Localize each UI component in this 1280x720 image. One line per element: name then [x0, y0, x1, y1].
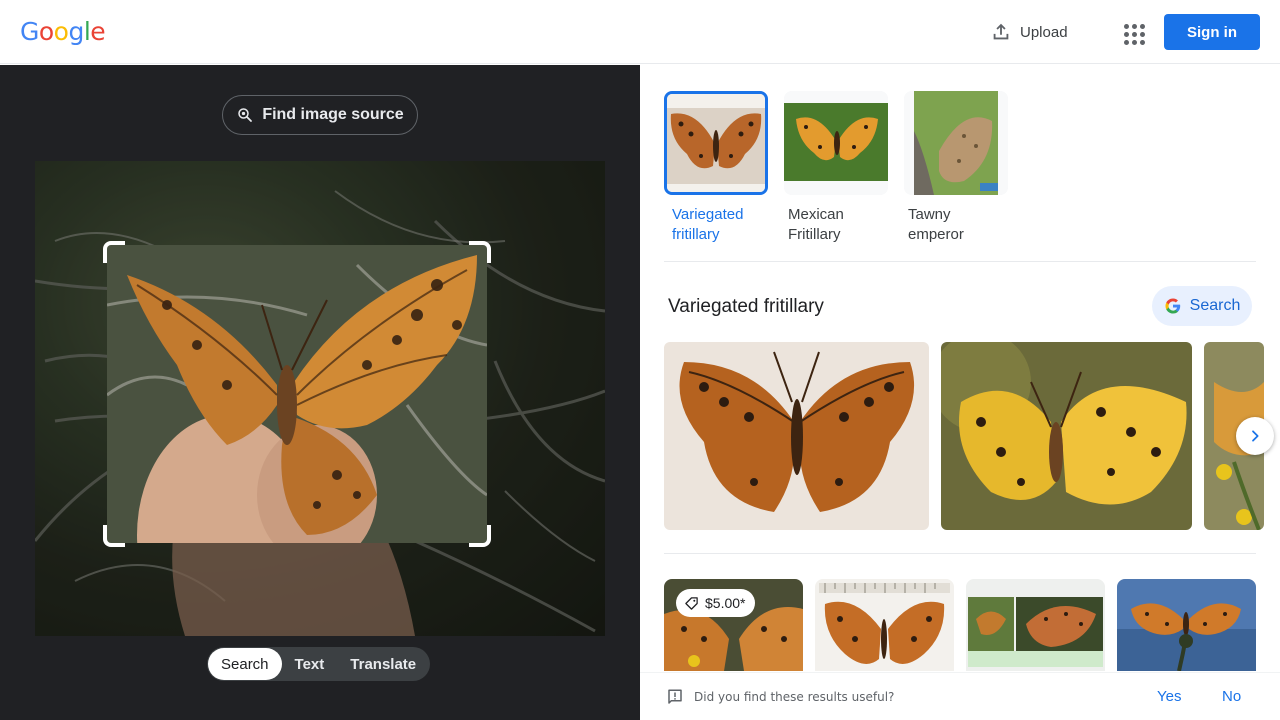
upload-icon [993, 23, 1009, 40]
lens-mode-tabs: Search Text Translate [207, 647, 431, 681]
google-logo[interactable]: Google [20, 17, 106, 46]
upload-button[interactable]: Upload [990, 17, 1068, 47]
uploaded-photo [35, 161, 605, 636]
tab-text[interactable]: Text [282, 648, 338, 680]
entity-title: Variegated fritillary [668, 296, 824, 317]
feedback-question: Did you find these results useful? [694, 690, 895, 704]
logo-letter: g [68, 17, 84, 46]
gallery-image[interactable] [941, 342, 1192, 530]
tab-search[interactable]: Search [208, 648, 282, 680]
logo-letter: o [38, 17, 54, 46]
feedback-icon [668, 689, 682, 704]
crop-handle-top-left[interactable] [103, 241, 125, 263]
match-label: Mexican Fritillary [788, 206, 844, 243]
match-label: Tawny emperor [908, 206, 964, 243]
upload-label: Upload [1020, 23, 1068, 41]
match-thumbnail [784, 91, 888, 195]
logo-letter: o [53, 17, 69, 46]
crop-handle-top-right[interactable] [469, 241, 491, 263]
google-g-icon [1165, 298, 1180, 314]
logo-letter: G [20, 17, 39, 46]
visual-match-result[interactable]: $5.00* [664, 579, 803, 671]
match-mexican-fritillary[interactable]: Mexican Fritillary [784, 91, 888, 245]
next-arrow-button[interactable] [1236, 417, 1274, 455]
match-thumbnail [664, 91, 768, 195]
match-thumbnail [904, 91, 1008, 195]
match-variegated-fritillary[interactable]: Variegated fritillary [664, 91, 768, 245]
section-divider [664, 261, 1256, 262]
visual-match-result[interactable] [966, 579, 1105, 671]
visual-match-result[interactable] [815, 579, 954, 671]
top-header: Google Upload Sign in [0, 0, 1280, 64]
crop-handle-bottom-right[interactable] [469, 525, 491, 547]
price-tag-icon [685, 596, 698, 610]
butterfly-on-finger [107, 245, 487, 543]
price-badge: $5.00* [676, 589, 756, 617]
sign-in-button[interactable]: Sign in [1164, 14, 1260, 50]
crop-handle-bottom-left[interactable] [103, 525, 125, 547]
feedback-yes-button[interactable]: Yes [1157, 688, 1181, 705]
feedback-bar: Did you find these results useful? Yes N… [640, 672, 1280, 720]
chevron-right-icon [1252, 430, 1259, 442]
price-label: $5.00* [705, 595, 746, 611]
match-tawny-emperor[interactable]: Tawny emperor [904, 91, 1008, 245]
google-apps-icon[interactable] [1118, 18, 1146, 46]
lens-image-pane: Find image source Search Text Translate [0, 65, 640, 720]
section-divider [664, 553, 1256, 554]
find-image-source-label: Find image source [262, 106, 404, 123]
logo-letter: e [90, 17, 106, 46]
match-label: Variegated fritillary [672, 206, 744, 243]
google-search-label: Search [1189, 297, 1241, 314]
visual-match-result[interactable] [1117, 579, 1256, 671]
google-search-button[interactable]: Search [1152, 286, 1252, 326]
lens-search-icon [238, 108, 253, 122]
tab-translate[interactable]: Translate [337, 648, 429, 680]
gallery-image[interactable] [664, 342, 929, 530]
crop-region[interactable] [107, 245, 487, 543]
results-pane: Variegated fritillary Mexican Fritillary [640, 65, 1280, 720]
feedback-no-button[interactable]: No [1222, 688, 1241, 705]
find-image-source-button[interactable]: Find image source [222, 95, 418, 135]
